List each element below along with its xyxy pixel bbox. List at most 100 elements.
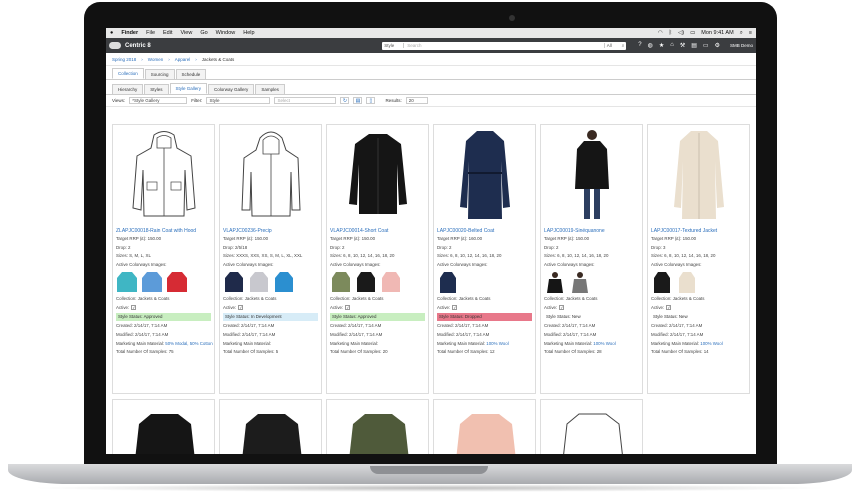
tab-hierarchy[interactable]: Hierarchy [112, 84, 144, 94]
active-checkbox[interactable]: ✓ [131, 305, 137, 311]
views-select[interactable]: *Style Gallery [129, 97, 188, 104]
search-icon[interactable]: ⌕ [620, 43, 627, 48]
tab-colorway-gallery[interactable]: Colorway Gallery [208, 84, 255, 94]
modified: Modified: 2/14/17, 7:14 AM [544, 331, 597, 337]
colorway-thumb[interactable] [273, 270, 295, 294]
style-sketch-image [113, 125, 214, 225]
globe-icon[interactable]: ◍ [648, 42, 653, 49]
menu-finder[interactable]: Finder [121, 30, 138, 36]
results-select[interactable]: 20 [405, 97, 428, 104]
filter-value-select[interactable]: Select [274, 97, 337, 104]
home-icon[interactable]: ⌂ [670, 42, 674, 49]
material-link[interactable]: 100% Wool [486, 341, 508, 346]
style-title[interactable]: LAPJC00020-Belted Coat [434, 225, 535, 235]
style-card[interactable] [326, 399, 429, 454]
style-title[interactable]: VLAPJC00236-Precip [220, 225, 321, 235]
active-field: Active: ✓ [220, 304, 321, 313]
colorway-thumb[interactable] [569, 270, 591, 294]
tab-samples[interactable]: Samples [255, 84, 285, 94]
wifi-icon[interactable]: ◠ [658, 30, 663, 36]
collection: Collection: Jackets & Coats [330, 296, 384, 302]
tab-schedule[interactable]: Schedule [175, 69, 207, 79]
bluetooth-icon[interactable]: ᛒ [669, 30, 672, 36]
colorway-thumbnails [113, 269, 214, 295]
modified: Modified: 2/14/17, 7:14 AM [116, 331, 169, 337]
style-card[interactable]: VLAPJC00014-Short Coat Target RRP (£): 1… [326, 124, 429, 394]
tab-style-gallery[interactable]: Style Gallery [169, 83, 208, 94]
spotlight-icon[interactable]: ⌕ [740, 30, 743, 37]
style-title[interactable]: ZLAPJC00018-Rain Coat with Hood [113, 225, 214, 235]
help-icon[interactable]: ? [638, 42, 641, 49]
style-card[interactable]: LAPJC00019-Sinéquanone Target RRP (£): 1… [540, 124, 643, 394]
style-card[interactable] [433, 399, 536, 454]
material-link[interactable]: 50% Modal, 50% Cotton [165, 341, 212, 346]
apple-icon[interactable]: ● [110, 30, 113, 36]
style-card[interactable] [219, 399, 322, 454]
colorway-thumb[interactable] [330, 270, 352, 294]
search-bar[interactable]: Style Search All ⌕ [382, 41, 627, 50]
style-card[interactable] [112, 399, 215, 454]
gear-icon[interactable]: ⚙ [715, 42, 720, 49]
colorway-thumb[interactable] [676, 270, 698, 294]
colorway-thumb[interactable] [355, 270, 377, 294]
results-label: Results: [385, 98, 402, 103]
chat-icon[interactable]: ▭ [703, 42, 709, 49]
active-checkbox[interactable]: ✓ [559, 305, 565, 311]
clock[interactable]: Mon 9:41 AM [701, 30, 733, 36]
briefcase-icon[interactable]: ▤ [691, 42, 697, 49]
style-card[interactable]: LAPJC00017-Textured Jacket Target RRP (£… [647, 124, 750, 394]
battery-icon[interactable]: ▭ [690, 30, 695, 36]
menu-window[interactable]: Window [216, 30, 236, 36]
active-checkbox[interactable]: ✓ [452, 305, 458, 311]
list-icon[interactable]: ≡ [749, 30, 752, 36]
views-value: *Style Gallery [132, 98, 160, 103]
material-link[interactable]: 100% Wool [593, 341, 615, 346]
print-icon[interactable]: ▤ [353, 97, 363, 104]
colorway-thumb[interactable] [223, 270, 245, 294]
created: Created: 2/14/17, 7:14 AM [223, 323, 275, 329]
menu-go[interactable]: Go [200, 30, 207, 36]
colorway-thumb[interactable] [141, 270, 163, 294]
filter-select[interactable]: Style [206, 97, 271, 104]
wrench-icon[interactable]: ⚒ [680, 42, 685, 49]
active-field: Active: ✓ [541, 304, 642, 313]
colorway-thumb[interactable] [380, 270, 402, 294]
style-card[interactable]: VLAPJC00236-Precip Target RRP (£): 150.0… [219, 124, 322, 394]
style-card[interactable] [540, 399, 643, 454]
export-icon[interactable]: ▯ [366, 97, 376, 104]
search-input[interactable]: Search [404, 43, 603, 48]
search-in-select[interactable]: All [603, 43, 620, 48]
tab-collection[interactable]: Collection [112, 68, 144, 79]
breadcrumb-item[interactable]: Spring 2018 [112, 57, 136, 62]
menu-help[interactable]: Help [243, 30, 254, 36]
tab-sourcing[interactable]: Sourcing [144, 69, 175, 79]
menu-edit[interactable]: Edit [163, 30, 172, 36]
volume-icon[interactable]: ◁) [678, 30, 684, 36]
style-title[interactable]: LAPJC00019-Sinéquanone [541, 225, 642, 235]
filter-value: Style [209, 98, 220, 103]
active-checkbox[interactable]: ✓ [238, 305, 244, 311]
style-title[interactable]: VLAPJC00014-Short Coat [327, 225, 428, 235]
menu-view[interactable]: View [181, 30, 193, 36]
colorway-thumb[interactable] [116, 270, 138, 294]
active-checkbox[interactable]: ✓ [345, 305, 351, 311]
star-icon[interactable]: ★ [659, 42, 664, 49]
material-link[interactable]: 100% Wool [700, 341, 722, 346]
colorway-thumb[interactable] [166, 270, 188, 294]
breadcrumb-item[interactable]: Women [148, 57, 163, 62]
style-title[interactable]: LAPJC00017-Textured Jacket [648, 225, 749, 235]
menu-file[interactable]: File [146, 30, 155, 36]
style-card[interactable]: LAPJC00020-Belted Coat Target RRP (£): 1… [433, 124, 536, 394]
style-card[interactable]: ZLAPJC00018-Rain Coat with Hood Target R… [112, 124, 215, 394]
active-checkbox[interactable]: ✓ [666, 305, 672, 311]
search-scope-select[interactable]: Style [382, 43, 405, 48]
colorway-thumb[interactable] [544, 270, 566, 294]
refresh-icon[interactable]: ↻ [340, 97, 350, 104]
colorway-thumb[interactable] [651, 270, 673, 294]
breadcrumb-item[interactable]: Apparel [175, 57, 191, 62]
user-name[interactable]: SMB Demo [730, 43, 753, 48]
style-sketch-image [220, 125, 321, 225]
colorway-thumb[interactable] [248, 270, 270, 294]
tab-styles[interactable]: Styles [144, 84, 169, 94]
colorway-thumb[interactable] [437, 270, 459, 294]
